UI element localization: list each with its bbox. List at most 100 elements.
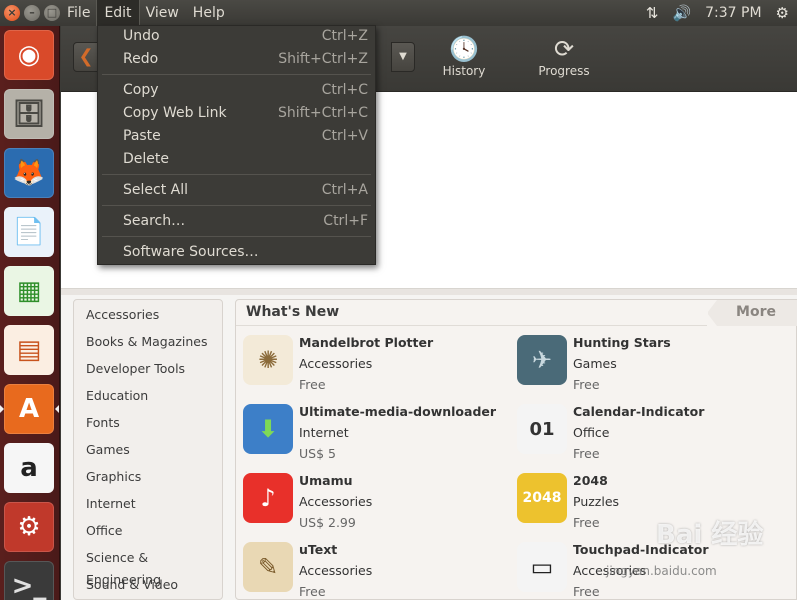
category-item[interactable]: Science & Engineering <box>86 547 222 587</box>
app-category: Accessories <box>573 563 647 578</box>
app-price: Free <box>573 377 600 392</box>
menu-item-paste[interactable]: Paste Ctrl+V <box>98 126 375 149</box>
settings-gear-icon[interactable]: ⚙ <box>776 4 789 22</box>
terminal-icon: >_ <box>11 571 47 600</box>
app-tile[interactable]: ⬇ Ultimate-media-downloader Internet US$ 5 <box>243 404 513 470</box>
menu-item-undo[interactable]: Undo Ctrl+Z <box>98 26 375 49</box>
history-button[interactable]: 🕓 History <box>429 34 499 78</box>
menu-separator <box>102 174 371 175</box>
menu-item-shortcut: Shift+Ctrl+Z <box>278 51 368 67</box>
menu-item-delete[interactable]: Delete <box>98 149 375 172</box>
app-tile[interactable]: ✈ Hunting Stars Games Free <box>517 335 787 401</box>
history-clock-icon: 🕓 <box>449 35 479 63</box>
progress-label: Progress <box>538 64 590 78</box>
menu-edit[interactable]: Edit <box>96 0 140 27</box>
app-price: US$ 5 <box>299 446 336 461</box>
category-item[interactable]: Sound & Video <box>86 574 222 600</box>
menu-item-software-sources[interactable]: Software Sources… <box>98 242 375 265</box>
launcher-files[interactable]: 🗄 <box>4 89 54 139</box>
category-item[interactable]: Developer Tools <box>86 358 222 385</box>
menu-item-label: Select All <box>123 182 188 198</box>
system-settings-icon: ⚙ <box>17 512 41 542</box>
app-tile[interactable]: 2048 2048 Puzzles Free <box>517 473 787 539</box>
volume-icon[interactable]: 🔊 <box>672 4 691 22</box>
category-item[interactable]: Internet <box>86 493 222 520</box>
more-button[interactable]: More <box>707 300 797 326</box>
menu-separator <box>102 205 371 206</box>
close-window-button[interactable]: × <box>4 5 20 21</box>
menu-item-redo[interactable]: Redo Shift+Ctrl+Z <box>98 49 375 72</box>
libreoffice-writer-icon: 📄 <box>12 217 46 247</box>
menu-item-label: Software Sources… <box>123 244 259 260</box>
menu-separator <box>102 74 371 75</box>
launcher-libreoffice-writer[interactable]: 📄 <box>4 207 54 257</box>
category-item[interactable]: Education <box>86 385 222 412</box>
app-tile[interactable]: ▭ Touchpad-Indicator Accessories Free <box>517 542 787 600</box>
view-dropdown-button[interactable]: ▼ <box>391 42 415 72</box>
top-panel: × – □ File Edit View Help ⇅ 🔊 7:37 PM ⚙ <box>0 0 797 27</box>
menu-item-label: Copy Web Link <box>123 105 227 121</box>
category-item[interactable]: Graphics <box>86 466 222 493</box>
network-icon[interactable]: ⇅ <box>646 4 659 22</box>
app-tile[interactable]: 01 Calendar-Indicator Office Free <box>517 404 787 470</box>
progress-button[interactable]: ⟳ Progress <box>529 34 599 78</box>
ubuntu-dash-icon: ◉ <box>17 40 41 70</box>
menu-file[interactable]: File <box>60 0 97 26</box>
menu-item-shortcut: Ctrl+V <box>321 128 368 144</box>
menu-item-label: Undo <box>123 28 160 44</box>
running-indicator-icon <box>0 405 4 413</box>
menu-item-copy-web-link[interactable]: Copy Web Link Shift+Ctrl+C <box>98 103 375 126</box>
app-name: Hunting Stars <box>573 335 671 350</box>
launcher-libreoffice-impress[interactable]: ▤ <box>4 325 54 375</box>
indicator-area: ⇅ 🔊 7:37 PM ⚙ <box>646 0 789 26</box>
app-category: Accessories <box>299 563 373 578</box>
app-category: Accessories <box>299 494 373 509</box>
app-icon: 2048 <box>517 473 567 523</box>
menu-view[interactable]: View <box>139 0 186 26</box>
clock[interactable]: 7:37 PM <box>705 5 761 21</box>
menu-item-label: Copy <box>123 82 159 98</box>
app-price: Free <box>573 446 600 461</box>
app-name: Touchpad-Indicator <box>573 542 709 557</box>
app-tile[interactable]: ✺ Mandelbrot Plotter Accessories Free <box>243 335 513 401</box>
launcher-ubuntu-dash[interactable]: ◉ <box>4 30 54 80</box>
category-item[interactable]: Fonts <box>86 412 222 439</box>
software-center-icon: A <box>18 394 40 424</box>
category-item[interactable]: Books & Magazines <box>86 331 222 358</box>
app-name: Calendar-Indicator <box>573 404 705 419</box>
app-icon: 01 <box>517 404 567 454</box>
app-tile[interactable]: ♪ Umamu Accessories US$ 2.99 <box>243 473 513 539</box>
launcher-terminal[interactable]: >_ <box>4 561 54 600</box>
libreoffice-calc-icon: ▦ <box>16 276 42 306</box>
menu-item-search[interactable]: Search… Ctrl+F <box>98 211 375 234</box>
minimize-window-button[interactable]: – <box>24 5 40 21</box>
menu-item-shortcut: Ctrl+F <box>323 213 368 229</box>
app-price: Free <box>299 584 326 599</box>
app-tile[interactable]: ✎ uText Accessories Free <box>243 542 513 600</box>
launcher-amazon[interactable]: a <box>4 443 54 493</box>
category-item[interactable]: Accessories <box>86 304 222 331</box>
app-icon: ♪ <box>243 473 293 523</box>
launcher-libreoffice-calc[interactable]: ▦ <box>4 266 54 316</box>
back-button[interactable]: ❮ <box>73 42 99 72</box>
edit-menu-dropdown: Undo Ctrl+Z Redo Shift+Ctrl+Z Copy Ctrl+C Copy… <box>97 25 376 265</box>
launcher-system-settings[interactable]: ⚙ <box>4 502 54 552</box>
launcher-firefox[interactable]: 🦊 <box>4 148 54 198</box>
category-item[interactable]: Office <box>86 520 222 547</box>
menu-item-label: Delete <box>123 151 169 167</box>
launcher: ◉ 🗄 🦊 📄 ▦ ▤ Aa ⚙ >_ <box>0 26 60 600</box>
maximize-window-button[interactable]: □ <box>44 5 60 21</box>
menu-item-copy[interactable]: Copy Ctrl+C <box>98 80 375 103</box>
launcher-software-center[interactable]: A <box>4 384 54 434</box>
app-price: US$ 2.99 <box>299 515 356 530</box>
menu-item-shortcut: Ctrl+A <box>321 182 368 198</box>
category-item[interactable]: Games <box>86 439 222 466</box>
menubar: File Edit View Help <box>60 0 232 27</box>
app-category: Office <box>573 425 610 440</box>
menu-separator <box>102 236 371 237</box>
app-icon: ▭ <box>517 542 567 592</box>
amazon-icon: a <box>20 453 38 483</box>
menu-item-select-all[interactable]: Select All Ctrl+A <box>98 180 375 203</box>
menu-help[interactable]: Help <box>186 0 232 26</box>
app-name: Mandelbrot Plotter <box>299 335 434 350</box>
